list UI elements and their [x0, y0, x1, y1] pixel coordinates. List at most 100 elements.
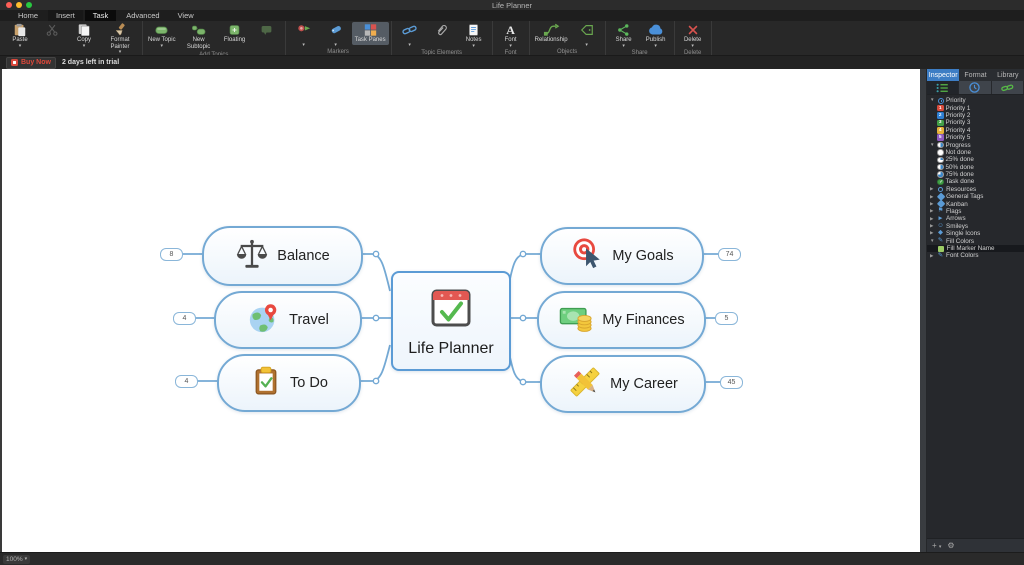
tree-item-priority-4[interactable]: 4 Priority 4 — [927, 127, 1024, 134]
tree-item-priority-3[interactable]: 3 Priority 3 — [927, 119, 1024, 126]
delete-button[interactable]: Delete ▾ — [677, 22, 709, 49]
tree-group-font-colors[interactable]: ▶ ✎ Font Colors — [927, 252, 1024, 259]
topic-count-badge[interactable]: 45 — [720, 376, 743, 389]
topic-count-badge[interactable]: 8 — [160, 248, 183, 261]
priority-markers-button[interactable]: ▾ — [288, 22, 320, 48]
tree-item-not-done[interactable]: Not done — [927, 149, 1024, 156]
floating-topic-icon — [228, 23, 241, 37]
expand-arrow-icon[interactable]: ▶ — [930, 201, 935, 207]
relationship-button[interactable]: Relationship — [532, 22, 571, 45]
tree-group-kanban[interactable]: ▶ Kanban — [927, 200, 1024, 209]
ribbon-group-clipboard: Paste ▾ Copy ▾ Format Painter ▾ — [2, 21, 143, 62]
cut-button[interactable] — [36, 22, 68, 44]
gear-icon[interactable]: ⚙ — [947, 541, 954, 550]
topic-count-badge[interactable]: 5 — [715, 312, 738, 325]
tree-item-50-done[interactable]: 50% done — [927, 164, 1024, 171]
expand-arrow-icon[interactable]: ▶ — [930, 216, 935, 222]
paste-button[interactable]: Paste ▾ — [4, 22, 36, 49]
tree-item-priority-2[interactable]: 2 Priority 2 — [927, 112, 1024, 119]
topic-travel[interactable]: Travel — [214, 291, 362, 349]
ribbon-group-delete: Delete ▾ Delete — [675, 21, 712, 56]
topic-my-goals[interactable]: My Goals — [540, 227, 704, 285]
window-title: Life Planner — [491, 0, 533, 10]
mindmap-canvas[interactable]: Life Planner Balance Travel To Do My Goa… — [0, 69, 926, 552]
fill-colors-icon: ✎ — [937, 236, 944, 244]
tab-home[interactable]: Home — [10, 10, 46, 21]
callout-icon — [260, 23, 273, 37]
font-button[interactable]: A Font ▾ — [495, 22, 527, 49]
hyperlink-tab[interactable] — [991, 81, 1024, 94]
notes-button[interactable]: Notes ▾ — [458, 22, 490, 49]
zoom-control[interactable]: 100% ▾ — [3, 554, 31, 564]
tree-item-75-done[interactable]: 75% done — [927, 171, 1024, 178]
calendar-check-icon — [428, 284, 474, 335]
balance-scale-icon — [235, 237, 269, 276]
tree-item-25-done[interactable]: 25% done — [927, 156, 1024, 163]
tab-advanced[interactable]: Advanced — [118, 10, 167, 21]
globe-pin-icon — [247, 301, 281, 340]
attachment-button[interactable] — [426, 22, 458, 44]
format-painter-button[interactable]: Format Painter ▾ — [100, 22, 140, 55]
app-logo-icon — [11, 59, 18, 66]
label-button[interactable]: ▾ — [571, 22, 603, 48]
caret-down-icon: ▾ — [118, 49, 122, 56]
floating-topic-button[interactable]: Floating — [219, 22, 251, 45]
tab-insert[interactable]: Insert — [48, 10, 83, 21]
markers-list-tab[interactable] — [927, 81, 960, 94]
buy-now-button[interactable]: Buy Now — [6, 56, 56, 69]
expand-arrow-icon[interactable]: ▶ — [930, 194, 935, 200]
tree-group-progress[interactable]: ▼ Progress — [927, 141, 1024, 149]
tree-group-fill-colors[interactable]: ▼ ✎ Fill Colors — [927, 237, 1024, 244]
expand-arrow-icon[interactable]: ▶ — [930, 231, 935, 236]
tree-group-general-tags[interactable]: ▶ General Tags — [927, 192, 1024, 201]
topic-count-badge[interactable]: 4 — [175, 375, 198, 388]
expand-arrow-icon[interactable]: ▶ — [930, 209, 935, 214]
tree-item-task-done[interactable]: Task done — [927, 178, 1024, 185]
tree-group-resources[interactable]: ▶ Resources — [927, 186, 1024, 193]
tree-item-priority-1[interactable]: 1 Priority 1 — [927, 104, 1024, 112]
topic-label: My Goals — [612, 248, 674, 264]
priority-group-icon — [937, 97, 944, 104]
tab-format[interactable]: Format — [959, 69, 991, 81]
collapse-arrow-icon[interactable]: ▼ — [930, 238, 935, 244]
topic-count-badge[interactable]: 4 — [173, 312, 196, 325]
new-topic-button[interactable]: New Topic ▾ — [145, 22, 179, 49]
tag-markers-button[interactable]: ▾ — [320, 22, 352, 48]
priority-4-icon: 4 — [937, 127, 944, 134]
ribbon: Paste ▾ Copy ▾ Format Painter ▾ New Topi… — [0, 21, 1024, 62]
tab-view[interactable]: View — [170, 10, 202, 21]
ruler-pencil-icon — [568, 365, 602, 404]
tab-library[interactable]: Library — [992, 69, 1024, 81]
publish-button[interactable]: Publish ▾ — [640, 22, 672, 49]
topic-label: Travel — [289, 312, 329, 328]
ribbon-group-topic-elements: ▾ Notes ▾ Topic Elements — [392, 21, 493, 56]
task-info-tab[interactable] — [959, 81, 992, 94]
tree-item-priority-5[interactable]: 5 Priority 5 — [927, 134, 1024, 141]
callout-button[interactable] — [251, 22, 283, 44]
ribbon-group-font: A Font ▾ Font — [493, 21, 530, 56]
topic-balance[interactable]: Balance — [202, 226, 363, 286]
collapse-arrow-icon[interactable]: ▼ — [930, 98, 935, 103]
add-marker-button[interactable]: + ▾ — [932, 541, 941, 550]
tab-inspector[interactable]: Inspector — [927, 69, 960, 81]
hyperlink-button[interactable]: ▾ — [394, 22, 426, 48]
tree-group-priority[interactable]: ▼ Priority — [927, 97, 1024, 104]
inspector-sidebar: Inspector Format Library ▼ Priority 1 Pr… — [926, 69, 1024, 552]
task-panes-icon — [364, 23, 377, 37]
topic-count-badge[interactable]: 74 — [718, 248, 741, 261]
copy-button[interactable]: Copy ▾ — [68, 22, 100, 49]
new-subtopic-button[interactable]: New Subtopic — [179, 22, 219, 51]
expand-arrow-icon[interactable]: ▶ — [930, 253, 935, 259]
topic-to-do[interactable]: To Do — [217, 354, 361, 412]
expand-arrow-icon[interactable]: ▶ — [930, 187, 935, 192]
task-panes-button[interactable]: Task Panes — [351, 22, 389, 45]
share-button[interactable]: Share ▾ — [608, 22, 640, 49]
expand-arrow-icon[interactable]: ▶ — [930, 224, 935, 229]
topic-my-career[interactable]: My Career — [540, 355, 706, 413]
collapse-arrow-icon[interactable]: ▼ — [930, 142, 935, 148]
topic-label: To Do — [290, 375, 328, 391]
format-painter-icon — [113, 23, 127, 37]
topic-my-finances[interactable]: My Finances — [537, 291, 706, 349]
topic-life-planner[interactable]: Life Planner — [391, 271, 511, 371]
tab-task[interactable]: Task — [84, 10, 117, 21]
